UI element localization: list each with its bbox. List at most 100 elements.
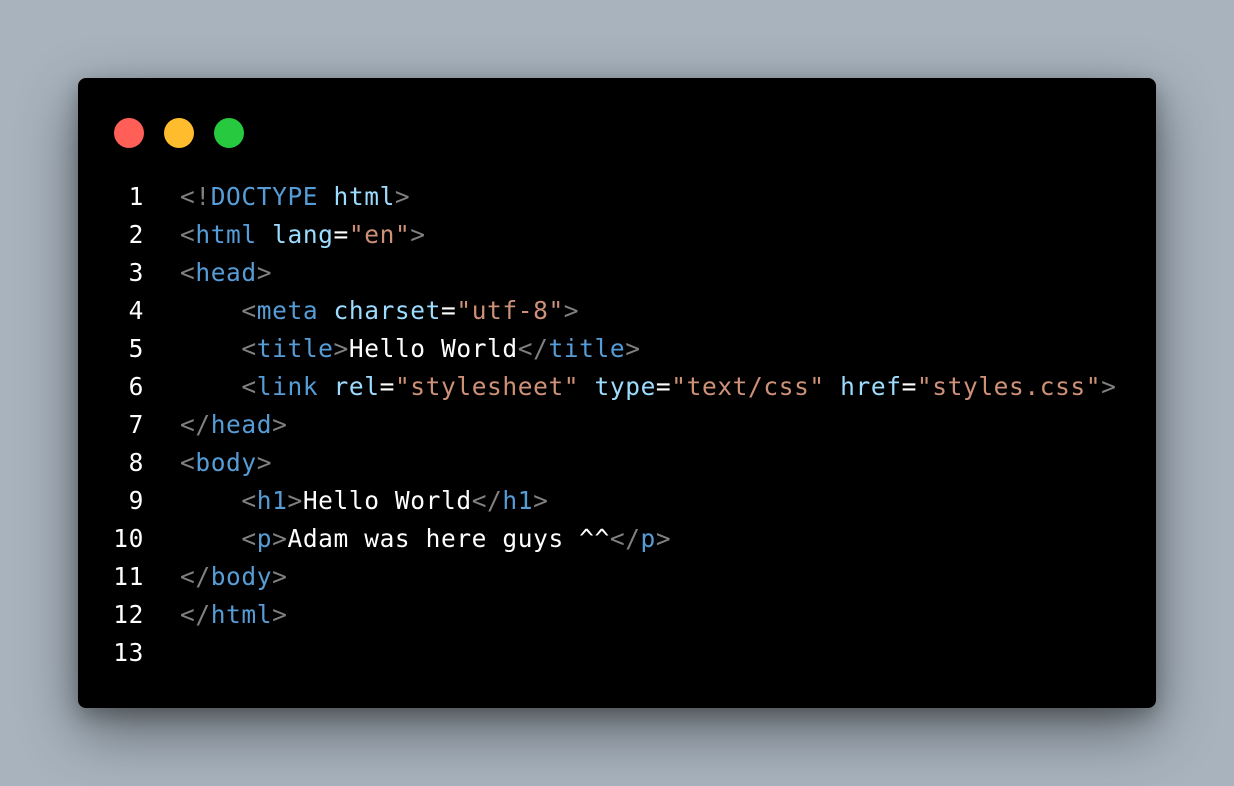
line-number: 4 [128,296,144,325]
code-text: <link rel="stylesheet" type="text/css" h… [180,368,1116,406]
code-text: <!DOCTYPE html> [180,178,410,216]
line-number: 5 [128,334,144,363]
token-text: Adam was here guys ^^ [287,524,610,553]
token-punct: < [180,258,196,287]
token-str: "utf-8" [456,296,564,325]
minimize-button[interactable] [164,118,194,148]
token-text: = [901,372,917,401]
token-punct: > [287,486,303,515]
token-text: = [440,296,457,325]
token-punct: > [272,600,288,629]
token-punct: > [272,524,288,553]
line-number: 7 [128,410,144,439]
token-punct: < [241,296,257,325]
token-punct: > [256,258,273,287]
code-line: 4 <meta charset="utf-8"> [78,292,1156,330]
token-punct: > [625,334,641,363]
token-punct: > [1101,372,1117,401]
token-tag: head [195,258,257,287]
token-attr: html [333,182,395,211]
code-line: 12 </html> [78,596,1156,634]
line-number: 8 [128,448,144,477]
close-button[interactable] [114,118,144,148]
code-line: 1 <!DOCTYPE html> [78,178,1156,216]
code-line: 7 </head> [78,406,1156,444]
token-text: = [333,220,349,249]
token-text: = [655,372,672,401]
token-tag: html [210,600,273,629]
code-line: 9 <h1>Hello World</h1> [78,482,1156,520]
token-tag: title [256,334,334,363]
line-number: 13 [113,638,144,667]
code-text: <meta charset="utf-8"> [180,292,579,330]
line-number: 10 [113,524,144,553]
code-text: </html> [180,596,287,634]
token-tag: meta [256,296,319,325]
token-tag: head [210,410,273,439]
token-punct: <! [180,182,211,211]
token-punct: < [241,334,257,363]
token-attr: type [594,372,656,401]
code-line: 6 <link rel="stylesheet" type="text/css"… [78,368,1156,406]
line-number: 2 [128,220,144,249]
background: 1 <!DOCTYPE html> 2 <html lang="en"> 3 <head>… [0,0,1234,786]
token-punct: > [563,296,580,325]
token-punct: </ [517,334,549,363]
token-punct: > [533,486,549,515]
code-line: 10 <p>Adam was here guys ^^</p> [78,520,1156,558]
line-number: 6 [128,372,144,401]
code-text: </head> [180,406,287,444]
token-attr: rel [333,372,380,401]
code-text: <title>Hello World</title> [180,330,641,368]
code-line: 13 [78,634,1156,672]
token-punct: < [241,372,257,401]
code-line: 8 <body> [78,444,1156,482]
token-punct: < [180,220,196,249]
token-text: = [379,372,395,401]
token-punct: > [256,448,273,477]
token-str: "text/css" [671,372,825,401]
token-punct: < [180,448,196,477]
token-tag: p [256,524,273,553]
code-text: <html lang="en"> [180,216,426,254]
token-punct: < [241,486,257,515]
code-text: <head> [180,254,272,292]
token-tag: h1 [256,486,288,515]
token-attr: href [840,372,902,401]
token-tag: body [195,448,257,477]
code-line: 5 <title>Hello World</title> [78,330,1156,368]
code-line: 11 </body> [78,558,1156,596]
code-editor[interactable]: 1 <!DOCTYPE html> 2 <html lang="en"> 3 <head>… [78,178,1156,672]
token-tag: html [195,220,257,249]
maximize-button[interactable] [214,118,244,148]
line-number: 12 [113,600,144,629]
token-str: "stylesheet" [394,372,580,401]
token-attr: lang [272,220,334,249]
token-punct: < [241,524,257,553]
token-punct: > [394,182,411,211]
token-punct: </ [180,562,211,591]
token-tag: DOCTYPE [210,182,319,211]
code-text: <p>Adam was here guys ^^</p> [180,520,671,558]
line-number: 1 [128,182,144,211]
token-tag: p [640,524,656,553]
token-punct: </ [180,600,211,629]
token-punct: > [272,410,288,439]
token-tag: link [256,372,319,401]
code-text: <h1>Hello World</h1> [180,482,548,520]
token-tag: h1 [502,486,534,515]
line-number: 3 [128,258,144,287]
code-text: </body> [180,558,287,596]
token-tag: title [548,334,626,363]
token-punct: </ [180,410,211,439]
token-punct: > [410,220,426,249]
token-punct: </ [609,524,641,553]
